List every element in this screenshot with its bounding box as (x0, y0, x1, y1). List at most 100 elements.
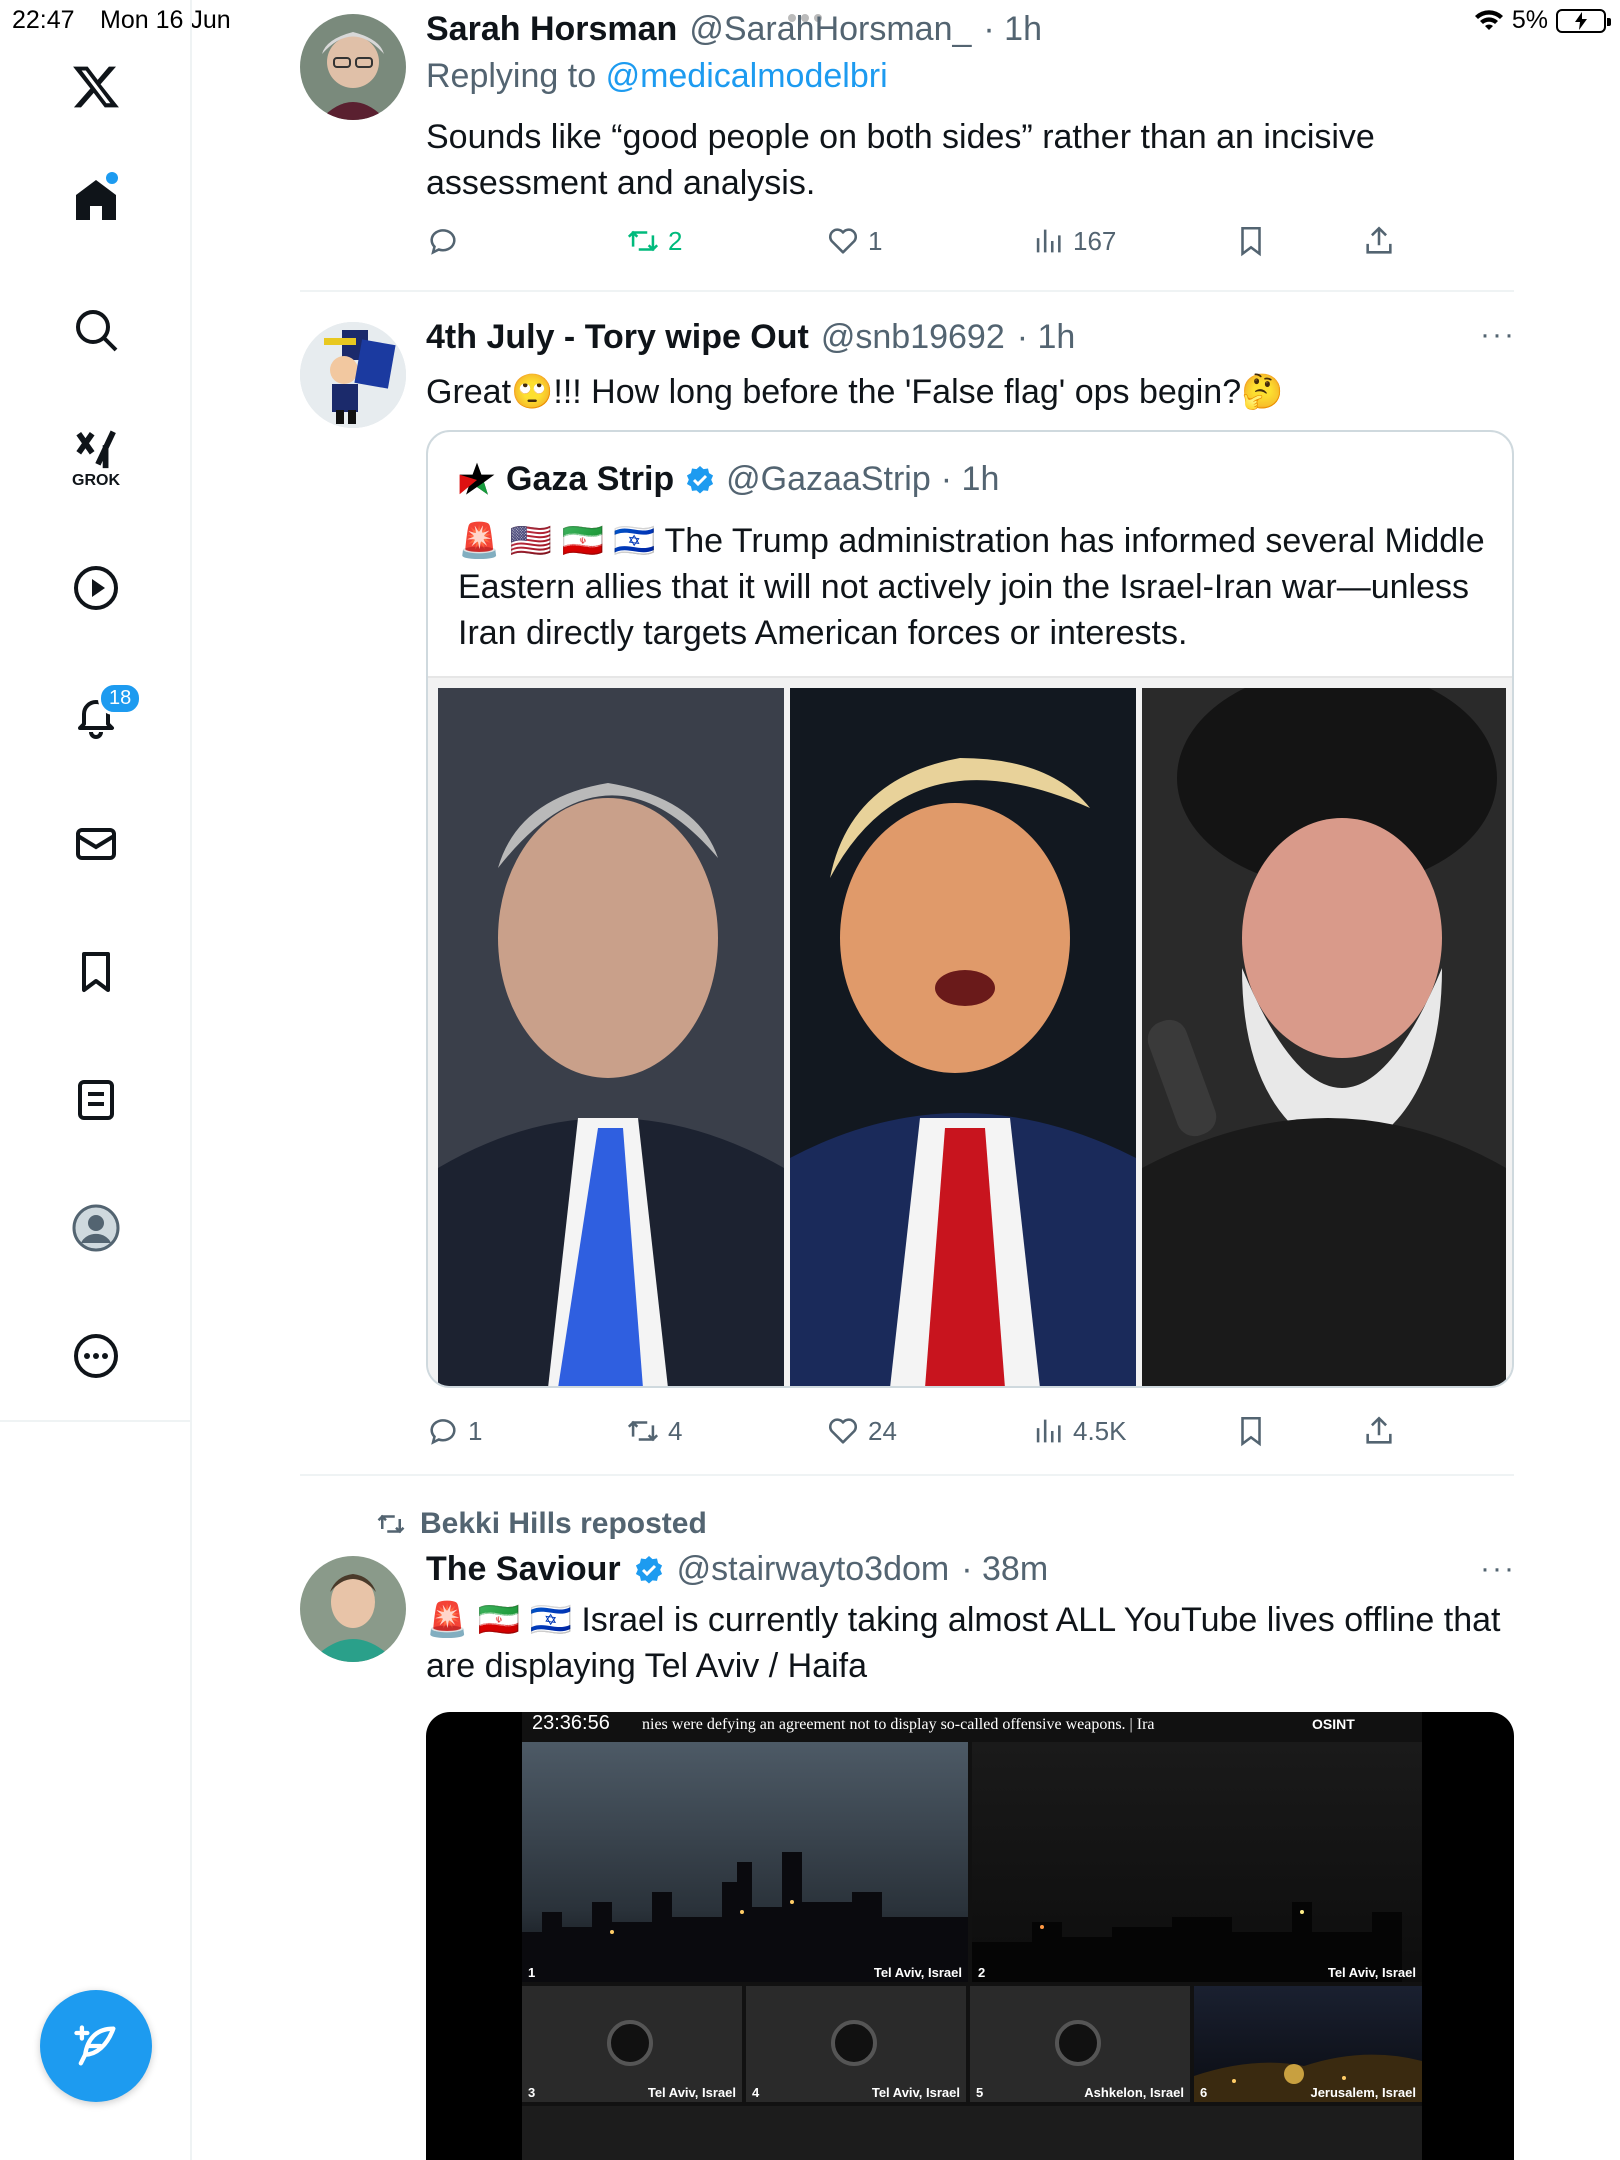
repost-icon (627, 230, 659, 252)
verified-badge-icon (635, 1555, 662, 1583)
tweet-header: 4th July - Tory wipe Out @snb19692 · 1h … (426, 318, 1526, 415)
cell-location: Tel Aviv, Israel (871, 2085, 960, 2100)
sidebar-divider (0, 1420, 192, 1422)
avatar[interactable] (300, 1556, 406, 1662)
reply-icon (430, 1419, 456, 1445)
cell-number: 3 (528, 2085, 536, 2100)
tweet-author-name[interactable]: Sarah Horsman (426, 10, 677, 49)
cell-location: Tel Aviv, Israel (1327, 1965, 1416, 1980)
views-count: 4.5K (1073, 1415, 1127, 1446)
video-brand: OSINT (1312, 1716, 1355, 1732)
sidebar-item-more[interactable] (0, 1332, 192, 1380)
bookmark-icon (1241, 1416, 1261, 1447)
cam-cell-3: 3 Tel Aviv, Israel (522, 1986, 742, 2102)
repost-indicator[interactable]: Bekki Hills reposted (376, 1507, 707, 1541)
video-frame: 23:36:56 nies were defying an agreement … (522, 1712, 1422, 2160)
grok-label: GROK (72, 472, 120, 489)
tweet-text: Sounds like “good people on both sides” … (426, 118, 1375, 202)
replying-to-link[interactable]: @medicalmodelbri (606, 57, 888, 95)
gaza-avatar-icon (459, 462, 495, 495)
sidebar-item-bookmarks[interactable] (0, 948, 192, 996)
sidebar-item-profile[interactable] (0, 1204, 192, 1252)
like-button[interactable]: 24 (826, 1414, 897, 1448)
share-button[interactable] (1362, 1414, 1396, 1448)
cam-cell-6: 6 Jerusalem, Israel (1194, 1986, 1422, 2102)
heart-icon (828, 1418, 858, 1444)
home-unread-dot (106, 172, 118, 184)
tweet-text: Great🙄!!! How long before the 'False fla… (426, 373, 1284, 411)
views-button[interactable]: 4.5K (1031, 1414, 1127, 1448)
sidebar-item-lists[interactable] (0, 1076, 192, 1124)
share-icon (1366, 1416, 1392, 1444)
like-count: 24 (868, 1415, 897, 1446)
image-panel-1 (438, 688, 784, 1386)
repost-icon (377, 1514, 405, 1534)
verified-badge-icon (687, 465, 714, 493)
like-button[interactable]: 1 (826, 224, 882, 258)
quote-image[interactable] (428, 676, 1512, 1386)
sidebar-item-messages[interactable] (0, 820, 192, 868)
sidebar-item-notifications[interactable] (0, 692, 192, 740)
cam-cell-4: 4 Tel Aviv, Israel (746, 1986, 966, 2102)
grok-icon (76, 430, 116, 469)
search-icon (76, 310, 118, 352)
bookmark-button[interactable] (1234, 1414, 1268, 1448)
more-options-icon[interactable]: ··· (1480, 318, 1516, 352)
more-options-icon[interactable]: ··· (1480, 1552, 1516, 1586)
cell-location: Tel Aviv, Israel (647, 2085, 736, 2100)
repost-button[interactable]: 2 (626, 224, 682, 258)
sidebar-item-videos[interactable] (0, 564, 192, 612)
share-button[interactable] (1362, 224, 1396, 258)
avatar[interactable] (300, 14, 406, 120)
compose-post-button[interactable] (40, 1990, 152, 2102)
reply-icon (430, 229, 456, 255)
quoted-tweet[interactable]: Gaza Strip @GazaaStrip · 1h 🚨 🇺🇸 🇮🇷 🇮🇱 T… (426, 430, 1514, 1388)
video-player[interactable]: 23:36:56 nies were defying an agreement … (426, 1712, 1514, 2160)
bookmark-button[interactable] (1234, 224, 1268, 258)
views-count: 167 (1073, 225, 1117, 256)
cell-number: 6 (1200, 2085, 1208, 2100)
tweet-author-handle[interactable]: @stairwayto3dom (677, 1550, 950, 1589)
repost-count: 2 (668, 225, 683, 256)
quote-text: 🚨 🇺🇸 🇮🇷 🇮🇱 The Trump administration has … (458, 522, 1485, 652)
sidebar-item-grok[interactable]: GROK (0, 426, 192, 490)
reply-count: 1 (468, 1415, 483, 1446)
tweet-time[interactable]: · 1h (983, 10, 1042, 49)
divider (300, 1474, 1514, 1476)
bookmark-icon (82, 952, 110, 992)
reply-button[interactable] (426, 224, 468, 258)
quote-header: Gaza Strip @GazaaStrip · 1h (458, 460, 999, 499)
profile-avatar-icon (72, 1204, 120, 1252)
tweet-time[interactable]: · 38m (961, 1550, 1048, 1589)
sidebar-item-home[interactable] (0, 176, 192, 224)
tweet-author-handle[interactable]: @SarahHorsman_ (689, 10, 971, 49)
tweet-time[interactable]: · 1h (1017, 318, 1076, 357)
cell-location: Ashkelon, Israel (1084, 2085, 1184, 2100)
reply-button[interactable]: 1 (426, 1414, 482, 1448)
heart-icon (828, 228, 858, 254)
repost-button[interactable]: 4 (626, 1414, 682, 1448)
tweet-author-name[interactable]: The Saviour (426, 1550, 621, 1589)
replying-label: Replying to (426, 57, 597, 95)
x-logo-icon[interactable] (0, 62, 192, 112)
image-panel-3 (1142, 688, 1506, 1386)
notifications-badge: 18 (98, 682, 143, 715)
tweet-author-name[interactable]: 4th July - Tory wipe Out (426, 318, 809, 357)
tweet-actions: 2 1 167 (426, 224, 1526, 264)
quote-author-handle: @GazaaStrip (726, 460, 931, 498)
reposted-by: Bekki Hills reposted (420, 1507, 707, 1540)
cell-number: 2 (978, 1965, 986, 1980)
sidebar-item-search[interactable] (0, 306, 192, 354)
compose-feather-icon (74, 2025, 116, 2066)
replying-to: Replying to @medicalmodelbri (426, 57, 1526, 96)
sidebar: GROK 18 (0, 0, 192, 2160)
list-icon (78, 1080, 114, 1120)
quote-time: · 1h (940, 460, 1000, 498)
more-circle-icon (74, 1334, 118, 1378)
avatar[interactable] (300, 322, 406, 428)
tweet-author-handle[interactable]: @snb19692 (821, 318, 1005, 357)
share-icon (1366, 226, 1392, 254)
views-button[interactable]: 167 (1031, 224, 1116, 258)
cam-cell-1: 1 Tel Aviv, Israel (522, 1742, 968, 1982)
tweet-text: 🚨 🇮🇷 🇮🇱 Israel is currently taking almos… (426, 1601, 1501, 1685)
